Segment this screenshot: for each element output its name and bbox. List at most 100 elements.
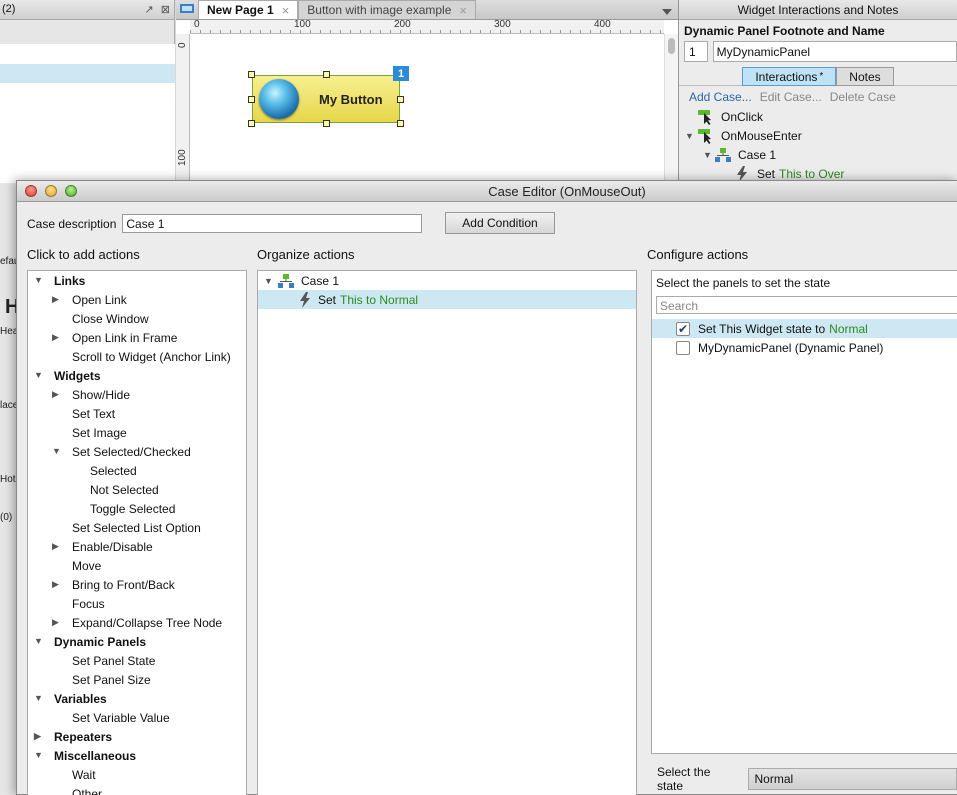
action-tree-item[interactable]: Set Text bbox=[28, 404, 246, 423]
left-pane-row[interactable] bbox=[0, 44, 175, 64]
dialog-titlebar[interactable]: Case Editor (OnMouseOut) bbox=[17, 181, 957, 202]
resize-handle[interactable] bbox=[323, 71, 330, 78]
action-tree-item[interactable]: ▼ Variables bbox=[28, 689, 246, 708]
panel-name-field[interactable]: MyDynamicPanel bbox=[712, 41, 957, 62]
collapsed-triangle-icon[interactable]: ▶ bbox=[52, 332, 59, 343]
horizontal-ruler: 0 100 200 300 400 bbox=[190, 19, 664, 34]
panel-option-mydynamicpanel[interactable]: MyDynamicPanel (Dynamic Panel) bbox=[652, 338, 957, 357]
tab-interactions[interactable]: Interactions * bbox=[742, 67, 837, 86]
action-tree-item[interactable]: Set Panel State bbox=[28, 651, 246, 670]
footnote-number-field[interactable]: 1 bbox=[684, 41, 708, 62]
collapsed-triangle-icon[interactable]: ▶ bbox=[52, 579, 59, 590]
action-tree-item[interactable]: Other bbox=[28, 784, 246, 795]
collapsed-triangle-icon[interactable]: ▶ bbox=[52, 389, 59, 400]
resize-handle[interactable] bbox=[397, 96, 404, 103]
action-tree-item[interactable]: ▶ Show/Hide bbox=[28, 385, 246, 404]
action-tree-item[interactable]: Set Variable Value bbox=[28, 708, 246, 727]
canvas-scrollbar[interactable] bbox=[664, 34, 678, 180]
action-tree-item[interactable]: Not Selected bbox=[28, 480, 246, 499]
expand-triangle-icon[interactable]: ▼ bbox=[34, 636, 43, 646]
action-tree-label: Repeaters bbox=[54, 729, 113, 744]
case-node[interactable]: ▼ Case 1 bbox=[679, 145, 957, 164]
expand-triangle-icon[interactable]: ▼ bbox=[264, 276, 278, 286]
action-tree-label: Not Selected bbox=[90, 482, 159, 497]
case-description-input[interactable]: Case 1 bbox=[122, 214, 423, 233]
my-button-widget[interactable]: My Button bbox=[252, 75, 400, 123]
action-tree-item[interactable]: ▶ Open Link in Frame bbox=[28, 328, 246, 347]
action-tree-label: Links bbox=[54, 273, 86, 288]
resize-handle[interactable] bbox=[323, 120, 330, 127]
panel-option-state: Normal bbox=[829, 321, 868, 336]
organize-actions-panel: ▼ Case 1 Set This to Normal bbox=[257, 270, 637, 795]
action-tree-item[interactable]: ▶ Expand/Collapse Tree Node bbox=[28, 613, 246, 632]
ruler-tick-label: 300 bbox=[494, 19, 511, 30]
left-pane-controls[interactable]: ↗ ⊠ bbox=[145, 3, 173, 16]
tab-button-with-image-example[interactable]: Button with image example × bbox=[298, 0, 476, 19]
tab-menu-chevron-down-icon[interactable] bbox=[662, 9, 672, 15]
tab-label: Notes bbox=[849, 69, 881, 84]
event-onclick[interactable]: OnClick bbox=[679, 107, 957, 126]
action-tree-item[interactable]: Scroll to Widget (Anchor Link) bbox=[28, 347, 246, 366]
tab-close-icon[interactable]: × bbox=[282, 3, 290, 18]
panel-option-this-widget[interactable]: ✔ Set This Widget state to Normal bbox=[652, 319, 957, 338]
resize-handle[interactable] bbox=[248, 96, 255, 103]
checkbox-unchecked[interactable] bbox=[676, 340, 690, 355]
footnote-badge[interactable]: 1 bbox=[393, 66, 409, 81]
action-tree-label: Set Text bbox=[72, 406, 116, 421]
action-tree-item[interactable]: ▶ Bring to Front/Back bbox=[28, 575, 246, 594]
resize-handle[interactable] bbox=[248, 120, 255, 127]
state-select[interactable]: Normal bbox=[747, 768, 957, 790]
event-onmouseenter[interactable]: ▼ OnMouseEnter bbox=[679, 126, 957, 145]
globe-icon bbox=[259, 79, 299, 119]
add-case-link[interactable]: Add Case... bbox=[689, 90, 752, 104]
action-tree-item[interactable]: ▶ Repeaters bbox=[28, 727, 246, 746]
action-tree-item[interactable]: Focus bbox=[28, 594, 246, 613]
organize-case-row[interactable]: ▼ Case 1 bbox=[258, 271, 636, 290]
tab-new-page-1[interactable]: New Page 1 × bbox=[198, 0, 299, 19]
expand-triangle-icon[interactable]: ▼ bbox=[34, 275, 43, 285]
action-tree-item[interactable]: ▼ Miscellaneous bbox=[28, 746, 246, 765]
add-condition-button[interactable]: Add Condition bbox=[445, 212, 555, 234]
panel-search-input[interactable]: Search bbox=[656, 296, 957, 314]
collapsed-triangle-icon[interactable]: ▶ bbox=[34, 731, 41, 742]
action-tree-item[interactable]: ▼ Dynamic Panels bbox=[28, 632, 246, 651]
collapsed-triangle-icon[interactable]: ▶ bbox=[52, 617, 59, 628]
expand-triangle-icon[interactable]: ▼ bbox=[685, 131, 695, 141]
action-tree-item[interactable]: Selected bbox=[28, 461, 246, 480]
collapsed-triangle-icon[interactable]: ▶ bbox=[52, 294, 59, 305]
action-tree-label: Open Link in Frame bbox=[72, 330, 178, 345]
expand-triangle-icon[interactable]: ▼ bbox=[34, 693, 43, 703]
resize-handle[interactable] bbox=[248, 71, 255, 78]
scrollbar-thumb[interactable] bbox=[668, 38, 675, 54]
left-pane-selected-row[interactable] bbox=[0, 64, 175, 83]
resize-handle[interactable] bbox=[397, 120, 404, 127]
action-tree-item[interactable]: Wait bbox=[28, 765, 246, 784]
design-canvas[interactable]: 0 100 200 300 400 0 100 My Button 1 bbox=[176, 19, 678, 180]
action-tree-item[interactable]: ▼ Widgets bbox=[28, 366, 246, 385]
action-tree-item[interactable]: Set Selected List Option bbox=[28, 518, 246, 537]
action-tree-item[interactable]: Close Window bbox=[28, 309, 246, 328]
action-tree-item[interactable]: ▶ Enable/Disable bbox=[28, 537, 246, 556]
action-tree-item[interactable]: Set Image bbox=[28, 423, 246, 442]
delete-case-link[interactable]: Delete Case bbox=[830, 90, 896, 104]
expand-triangle-icon[interactable]: ▼ bbox=[52, 446, 61, 456]
tab-notes[interactable]: Notes bbox=[836, 67, 894, 86]
action-tree-item[interactable]: ▼ Set Selected/Checked bbox=[28, 442, 246, 461]
expand-triangle-icon[interactable]: ▼ bbox=[703, 150, 713, 160]
checkbox-checked[interactable]: ✔ bbox=[676, 321, 690, 336]
expand-triangle-icon[interactable]: ▼ bbox=[34, 750, 43, 760]
expand-triangle-icon[interactable]: ▼ bbox=[34, 370, 43, 380]
action-tree-item[interactable]: Move bbox=[28, 556, 246, 575]
edit-case-link[interactable]: Edit Case... bbox=[760, 90, 822, 104]
collapsed-triangle-icon[interactable]: ▶ bbox=[52, 541, 59, 552]
panel-option-label: MyDynamicPanel (Dynamic Panel) bbox=[698, 340, 884, 355]
sitemap-icon[interactable] bbox=[178, 0, 196, 18]
organize-action-row[interactable]: Set This to Normal bbox=[258, 290, 636, 309]
action-tree-item[interactable]: ▶ Open Link bbox=[28, 290, 246, 309]
action-tree-item[interactable]: Set Panel Size bbox=[28, 670, 246, 689]
action-tree-item[interactable]: ▼ Links bbox=[28, 271, 246, 290]
ruler-tick-label: 0 bbox=[194, 19, 200, 30]
action-tree-item[interactable]: Toggle Selected bbox=[28, 499, 246, 518]
tab-close-icon[interactable]: × bbox=[459, 3, 467, 18]
case-label: Case 1 bbox=[738, 147, 777, 162]
